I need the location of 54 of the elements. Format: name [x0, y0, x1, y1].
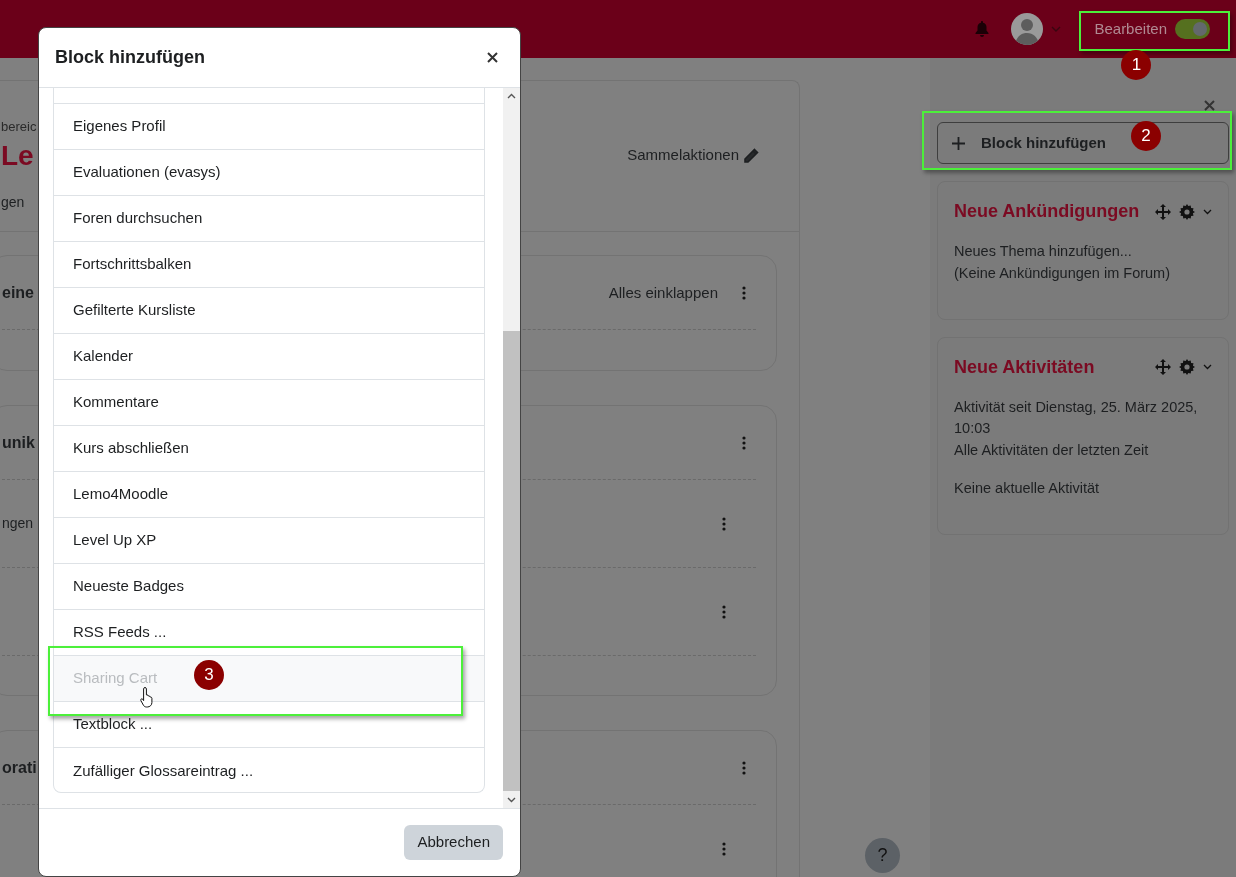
bulk-edit-link[interactable]: Sammelaktionen: [627, 144, 759, 167]
section-title: unik: [2, 432, 35, 453]
gear-icon[interactable]: [1179, 359, 1195, 375]
block-text: Neues Thema hinzufügen...: [954, 242, 1133, 261]
block-list-item[interactable]: Gefilterte Kursliste: [54, 287, 484, 334]
plus-icon: [952, 136, 965, 150]
block-list-item[interactable]: Lemo4Moodle: [54, 471, 484, 518]
block-list-item[interactable]: Level Up XP: [54, 517, 484, 564]
kebab-menu-icon[interactable]: [742, 285, 746, 300]
block-text: Alle Aktivitäten der letzten Zeit: [954, 441, 1150, 460]
block-list-item[interactable]: Kalender: [54, 333, 484, 380]
block-text: Keine aktuelle Aktivität: [954, 478, 1101, 498]
block-list-item[interactable]: Fortschrittsbalken: [54, 241, 484, 288]
kebab-menu-icon[interactable]: [722, 604, 726, 619]
hand-cursor-icon: [140, 685, 156, 708]
move-icon[interactable]: [1155, 203, 1171, 220]
block-list-item[interactable]: RSS Feeds ...: [54, 609, 484, 656]
chevron-down-icon[interactable]: [1203, 364, 1212, 370]
block-list-item[interactable]: Foren durchsuchen: [54, 195, 484, 242]
block-title: Neue Ankündigungen: [954, 200, 1140, 223]
block-text: (Keine Ankündigungen im Forum): [954, 263, 1171, 283]
chevron-down-icon[interactable]: [1203, 208, 1212, 215]
avatar[interactable]: [1011, 13, 1044, 45]
block-list-item[interactable]: Kommentare: [54, 379, 484, 426]
block-list-item[interactable]: Kurs abschließen: [54, 425, 484, 472]
block-list-item[interactable]: Evaluationen (evasys): [54, 149, 484, 196]
kebab-menu-icon[interactable]: [722, 516, 726, 531]
block-text: Aktivität seit Dienstag, 25. März 2025, 10:03: [954, 397, 1199, 439]
block-list-item[interactable]: Neueste Badges: [54, 563, 484, 610]
gear-icon[interactable]: [1179, 203, 1195, 220]
step-number-badge: 2: [1131, 121, 1161, 151]
activity-title[interactable]: ngen: [2, 513, 34, 535]
course-title: Le: [1, 138, 34, 173]
block-list-item[interactable]: Eigenes Profil: [54, 103, 484, 150]
block-list-item[interactable]: Textblock ...: [54, 701, 484, 748]
edit-mode-label: Bearbeiten: [1094, 18, 1167, 39]
collapse-all-link[interactable]: Alles einklappen: [608, 281, 718, 305]
scrollbar-thumb[interactable]: [503, 330, 520, 791]
section-title: eine: [2, 282, 34, 303]
pencil-icon: [743, 147, 759, 164]
dialog-title: Block hinzufügen: [55, 45, 205, 69]
secondary-nav-link[interactable]: gen: [1, 191, 25, 213]
move-icon[interactable]: [1155, 359, 1171, 375]
cancel-button[interactable]: Abbrechen: [404, 825, 503, 860]
kebab-menu-icon[interactable]: [742, 760, 746, 775]
close-icon[interactable]: [487, 51, 498, 63]
section-title: orati: [2, 757, 37, 778]
breadcrumb-text[interactable]: bereic: [1, 117, 37, 137]
edit-mode-toggle[interactable]: [1175, 19, 1210, 39]
scrollbar[interactable]: [503, 87, 520, 808]
block-title: Neue Aktivitäten: [954, 355, 1095, 379]
block-list-item[interactable]: Zufälliger Glossareintrag ...: [54, 747, 484, 794]
kebab-menu-icon[interactable]: [722, 841, 726, 856]
kebab-menu-icon[interactable]: [742, 435, 746, 450]
